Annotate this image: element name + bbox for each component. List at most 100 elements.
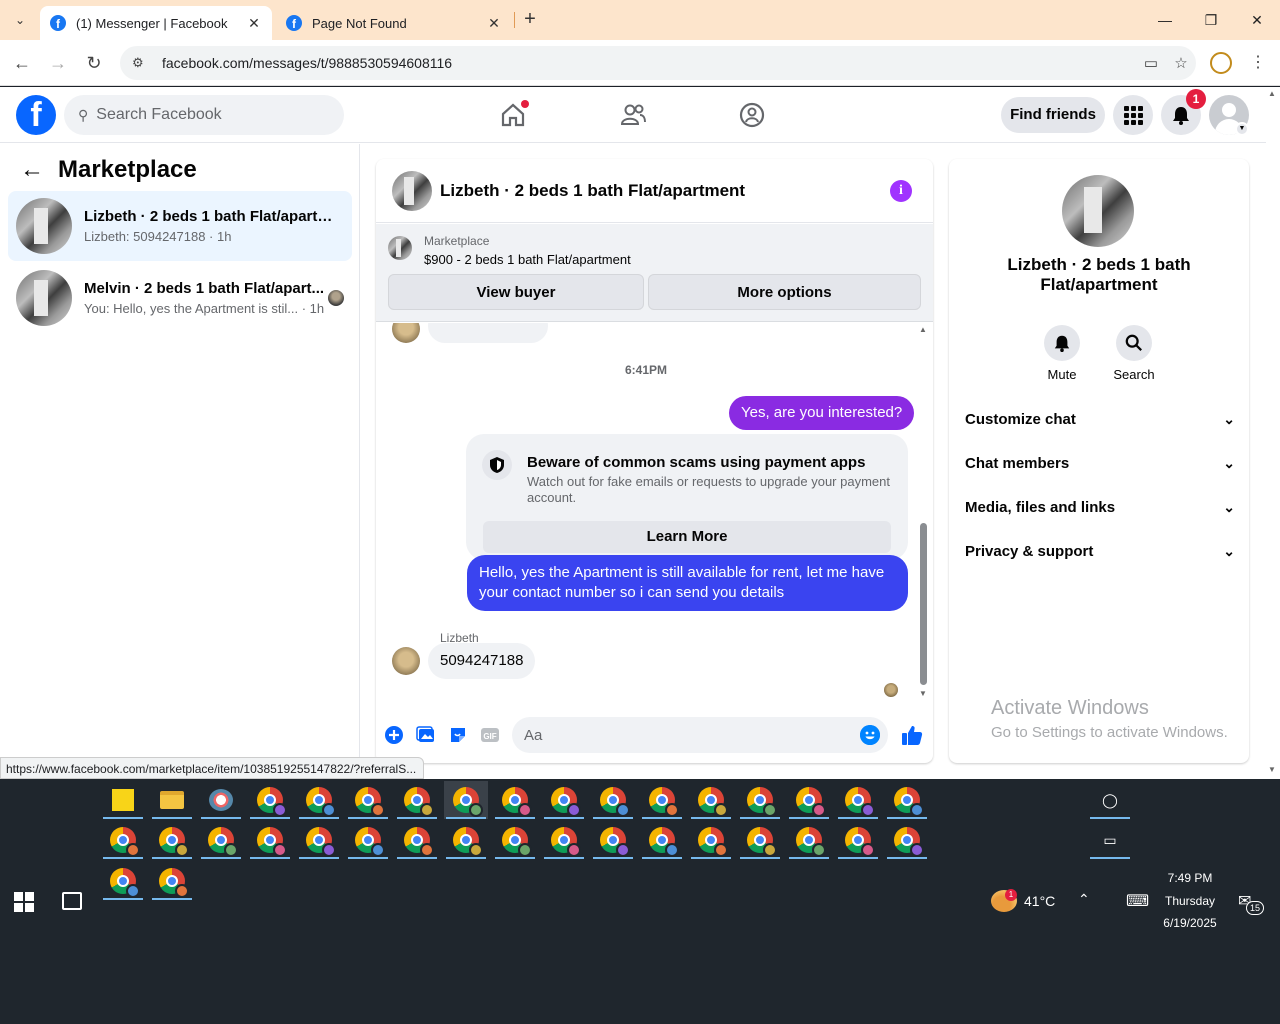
chrome-icon[interactable]: [787, 781, 831, 819]
customize-chat-row[interactable]: Customize chat ⌄: [965, 411, 1235, 435]
page-scrollbar[interactable]: ▲ ▼: [1266, 87, 1280, 779]
sticky-notes-icon[interactable]: [101, 781, 145, 819]
snipping-tool-icon[interactable]: [199, 781, 243, 819]
listing-thumbnail[interactable]: [388, 236, 412, 260]
chrome-icon[interactable]: [885, 781, 929, 819]
tab-close-icon[interactable]: ✕: [486, 15, 502, 32]
chrome-icon[interactable]: [248, 821, 292, 859]
chrome-icon[interactable]: [395, 821, 439, 859]
tab-close-icon[interactable]: ✕: [246, 15, 262, 32]
tab-search-chevron-icon[interactable]: ⌄: [8, 8, 32, 32]
chrome-icon[interactable]: [836, 821, 880, 859]
chrome-icon[interactable]: [297, 821, 341, 859]
chrome-icon[interactable]: [787, 821, 831, 859]
groups-icon[interactable]: [738, 101, 766, 129]
photo-icon[interactable]: [416, 725, 436, 745]
info-icon[interactable]: i: [890, 180, 912, 202]
chrome-profile-icon[interactable]: [1210, 52, 1232, 74]
conversation-item-melvin[interactable]: Melvin · 2 beds 1 bath Flat/apart... You…: [8, 263, 352, 333]
minimize-button[interactable]: —: [1150, 8, 1180, 32]
mute-button[interactable]: Mute: [1032, 325, 1092, 382]
chrome-icon[interactable]: [493, 781, 537, 819]
tab-messenger[interactable]: f (1) Messenger | Facebook ✕: [40, 6, 272, 40]
outgoing-message[interactable]: Yes, are you interested?: [729, 396, 915, 430]
close-window-button[interactable]: ✕: [1242, 8, 1272, 32]
new-tab-button[interactable]: +: [518, 8, 542, 32]
bookmark-star-icon[interactable]: ☆: [1166, 54, 1196, 72]
facebook-logo-icon[interactable]: f: [16, 95, 56, 135]
gif-icon[interactable]: GIF: [480, 725, 500, 745]
chrome-icon[interactable]: [885, 821, 929, 859]
conversation-item-lizbeth[interactable]: Lizbeth · 2 beds 1 bath Flat/apartm... L…: [8, 191, 352, 261]
chrome-icon[interactable]: [542, 781, 586, 819]
clock-time[interactable]: 7:49 PM: [1160, 871, 1220, 885]
temperature[interactable]: 41°C: [1024, 893, 1055, 909]
chevron-up-icon[interactable]: ⌃: [1078, 891, 1090, 908]
friends-icon[interactable]: [619, 101, 647, 129]
sender-avatar[interactable]: [392, 647, 420, 675]
install-app-icon[interactable]: ▭: [1136, 54, 1166, 72]
chrome-icon[interactable]: [542, 821, 586, 859]
scroll-down-icon[interactable]: ▼: [919, 689, 927, 698]
add-plus-icon[interactable]: [384, 725, 404, 745]
phone-link-icon[interactable]: ◯: [1088, 781, 1132, 819]
chrome-icon[interactable]: [150, 862, 194, 900]
chrome-icon[interactable]: [738, 821, 782, 859]
chrome-icon[interactable]: [395, 781, 439, 819]
back-arrow-icon[interactable]: ←: [10, 51, 34, 75]
chrome-icon[interactable]: [346, 781, 390, 819]
listing-title[interactable]: $900 - 2 beds 1 bath Flat/apartment: [424, 252, 631, 267]
chrome-icon[interactable]: [248, 781, 292, 819]
chrome-icon[interactable]: [199, 821, 243, 859]
chrome-icon[interactable]: [640, 821, 684, 859]
message-scrollbar[interactable]: ▲ ▼: [917, 323, 929, 703]
thumbs-up-icon[interactable]: [900, 723, 924, 747]
tab-page-not-found[interactable]: f Page Not Found ✕: [276, 6, 512, 40]
chrome-icon[interactable]: [836, 781, 880, 819]
url-text[interactable]: facebook.com/messages/t/9888530594608116: [162, 55, 1136, 71]
clock-date[interactable]: 6/19/2025: [1156, 916, 1224, 930]
incoming-message[interactable]: 5094247188: [428, 643, 536, 679]
menu-grid-icon[interactable]: [1113, 95, 1153, 135]
sticker-icon[interactable]: [448, 725, 468, 745]
chrome-icon[interactable]: [150, 821, 194, 859]
more-options-button[interactable]: More options: [648, 274, 921, 310]
restore-button[interactable]: ❐: [1196, 8, 1226, 32]
task-view-icon[interactable]: [62, 892, 82, 910]
learn-more-button[interactable]: Learn More: [483, 521, 891, 553]
media-files-links-row[interactable]: Media, files and links ⌄: [965, 499, 1235, 523]
windows-start-icon[interactable]: [14, 892, 34, 912]
display-icon[interactable]: ▭: [1088, 821, 1132, 859]
emoji-icon[interactable]: [860, 725, 880, 745]
clock-day[interactable]: Thursday: [1160, 894, 1220, 908]
scroll-up-icon[interactable]: ▲: [919, 325, 927, 334]
chrome-menu-icon[interactable]: ⋮: [1250, 52, 1266, 72]
search-in-conversation-button[interactable]: Search: [1104, 325, 1164, 382]
scroll-up-icon[interactable]: ▲: [1268, 89, 1276, 98]
listing-avatar[interactable]: [1062, 175, 1134, 247]
file-explorer-icon[interactable]: [150, 781, 194, 819]
scrollbar-thumb[interactable]: [920, 523, 927, 685]
message-list[interactable]: 6:41PM Yes, are you interested? Beware o…: [376, 323, 933, 703]
chrome-icon[interactable]: [640, 781, 684, 819]
chevron-down-icon[interactable]: ▼: [1235, 122, 1249, 136]
chrome-icon[interactable]: [493, 821, 537, 859]
chrome-icon[interactable]: [444, 821, 488, 859]
back-arrow-icon[interactable]: ←: [20, 156, 44, 184]
chrome-icon[interactable]: [689, 781, 733, 819]
keyboard-icon[interactable]: ⌨: [1126, 891, 1149, 911]
chrome-icon[interactable]: [591, 821, 635, 859]
chat-title[interactable]: Lizbeth · 2 beds 1 bath Flat/apartment: [440, 181, 745, 201]
outgoing-message[interactable]: Hello, yes the Apartment is still availa…: [467, 555, 908, 611]
omnibox[interactable]: ⚙ facebook.com/messages/t/98885305946081…: [120, 46, 1196, 80]
chrome-icon[interactable]: [591, 781, 635, 819]
forward-arrow-icon[interactable]: →: [46, 51, 70, 75]
chrome-icon[interactable]: [689, 821, 733, 859]
scroll-down-icon[interactable]: ▼: [1268, 765, 1276, 774]
view-buyer-button[interactable]: View buyer: [388, 274, 644, 310]
message-input[interactable]: Aa: [512, 717, 888, 753]
chrome-icon[interactable]: [101, 862, 145, 900]
chrome-icon[interactable]: [297, 781, 341, 819]
chrome-icon[interactable]: [444, 781, 488, 819]
chat-members-row[interactable]: Chat members ⌄: [965, 455, 1235, 479]
